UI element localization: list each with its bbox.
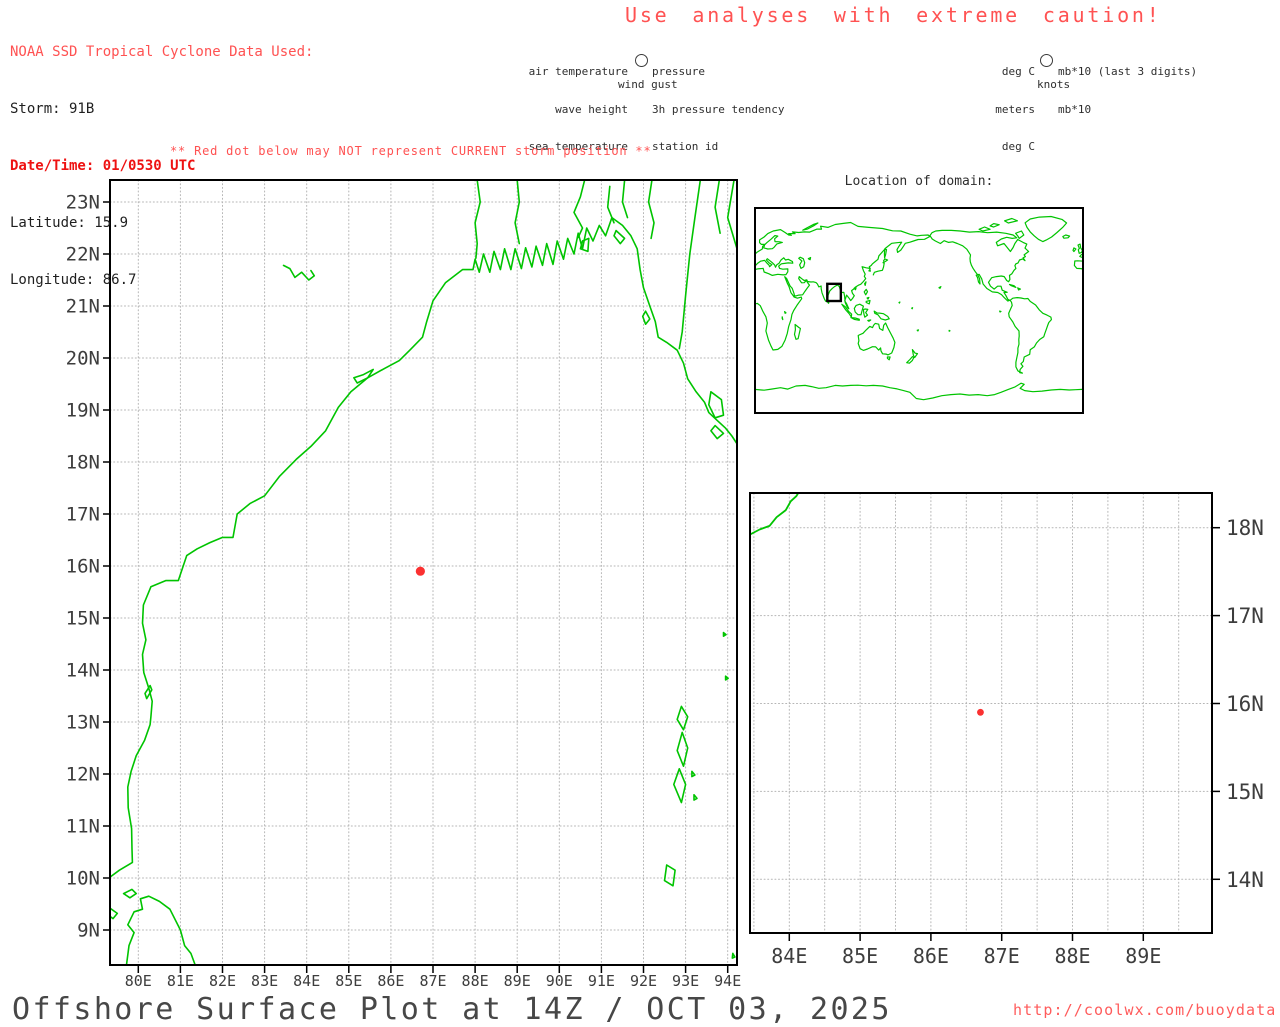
main-map-lat-label: 16N [66, 556, 100, 578]
caution-banner: Use analyses with extreme caution! [625, 3, 1162, 27]
legend-pressure-tendency: 3h pressure tendency [652, 104, 784, 117]
unit-knots: knots [1037, 79, 1070, 92]
main-map-lon-label: 82E [209, 972, 236, 990]
units-right-labels: mb*10 (last 3 digits) mb*10 [1058, 41, 1197, 129]
main-map-lat-label: 17N [66, 504, 100, 526]
detail-map-lon-label: 89E [1125, 944, 1161, 968]
legend-wave-height: wave height [440, 104, 628, 117]
main-map-lat-label: 19N [66, 400, 100, 422]
station-model-right-labels: pressure 3h pressure tendency station id [652, 41, 784, 166]
main-map-lat-label: 14N [66, 660, 100, 682]
main-map-lat-label: 10N [66, 868, 100, 890]
detail-map-lon-label: 85E [842, 944, 878, 968]
unit-deg-c-air: deg C [940, 66, 1035, 79]
info-title: NOAA SSD Tropical Cyclone Data Used: [10, 43, 313, 62]
legend-air-temperature: air temperature [440, 66, 628, 79]
offshore-surface-plot-page: { "colors": { "salmon_text": "#ff5252", … [0, 0, 1280, 1024]
storm-id: Storm: 91B [10, 100, 313, 119]
storm-position-dot-main [416, 567, 425, 576]
main-map-lon-label: 86E [377, 972, 404, 990]
inset-title: Location of domain: [755, 174, 1083, 189]
main-map-lat-label: 12N [66, 764, 100, 786]
storm-position-warning: ** Red dot below may NOT represent CURRE… [170, 144, 651, 158]
storm-datetime: Date/Time: 01/0530 UTC [10, 157, 313, 176]
main-map-lon-label: 84E [293, 972, 320, 990]
detail-map-lat-label: 14N [1226, 868, 1264, 892]
main-map-lon-label: 83E [251, 972, 278, 990]
detail-map-lat-label: 18N [1226, 516, 1264, 540]
storm-position-dot-detail [977, 709, 984, 716]
unit-mb10-last3: mb*10 (last 3 digits) [1058, 66, 1197, 79]
units-station-circle-icon [1040, 54, 1053, 67]
main-map-lat-label: 15N [66, 608, 100, 630]
main-map-lon-label: 90E [546, 972, 573, 990]
storm-longitude: Longitude: 86.7 [10, 271, 313, 290]
legend-station-id: station id [652, 141, 784, 154]
main-map-ticks [103, 202, 728, 973]
legend-pressure: pressure [652, 66, 784, 79]
main-map-lon-label: 93E [672, 972, 699, 990]
main-map-lon-label: 92E [630, 972, 657, 990]
source-url: http://coolwx.com/buoydata [1013, 1001, 1276, 1019]
main-map-lon-label: 87E [419, 972, 446, 990]
detail-map-lon-label: 88E [1054, 944, 1090, 968]
plot-title: Offshore Surface Plot at 14Z / OCT 03, 2… [12, 992, 892, 1027]
main-map-lat-label: 18N [66, 452, 100, 474]
unit-meters: meters [940, 104, 1035, 117]
main-map-lon-label: 81E [167, 972, 194, 990]
world-inset-coastline [755, 217, 1083, 400]
main-map-lat-label: 9N [77, 920, 100, 942]
units-left-labels: deg C meters deg C [940, 41, 1035, 166]
world-inset-frame [755, 208, 1083, 413]
main-map-lon-label: 88E [462, 972, 489, 990]
detail-map-lon-label: 86E [913, 944, 949, 968]
main-map-lon-label: 80E [125, 972, 152, 990]
unit-deg-c-sea: deg C [940, 141, 1035, 154]
detail-map-lat-label: 16N [1226, 692, 1264, 716]
main-map-lat-label: 20N [66, 348, 100, 370]
main-map-lon-label: 91E [588, 972, 615, 990]
detail-map-lon-label: 84E [771, 944, 807, 968]
detail-map-lat-label: 17N [1226, 604, 1264, 628]
detail-map-lon-label: 87E [984, 944, 1020, 968]
detail-map-lat-label: 15N [1226, 780, 1264, 804]
storm-latitude: Latitude: 15.9 [10, 214, 313, 233]
main-map-lon-label: 89E [504, 972, 531, 990]
main-map-lat-label: 13N [66, 712, 100, 734]
legend-wind-gust: wind gust [618, 79, 678, 92]
main-map-lon-label: 94E [714, 972, 741, 990]
unit-mb10: mb*10 [1058, 104, 1197, 117]
main-map-lat-label: 11N [66, 816, 100, 838]
main-map-lon-label: 85E [335, 972, 362, 990]
station-circle-icon [635, 54, 648, 67]
